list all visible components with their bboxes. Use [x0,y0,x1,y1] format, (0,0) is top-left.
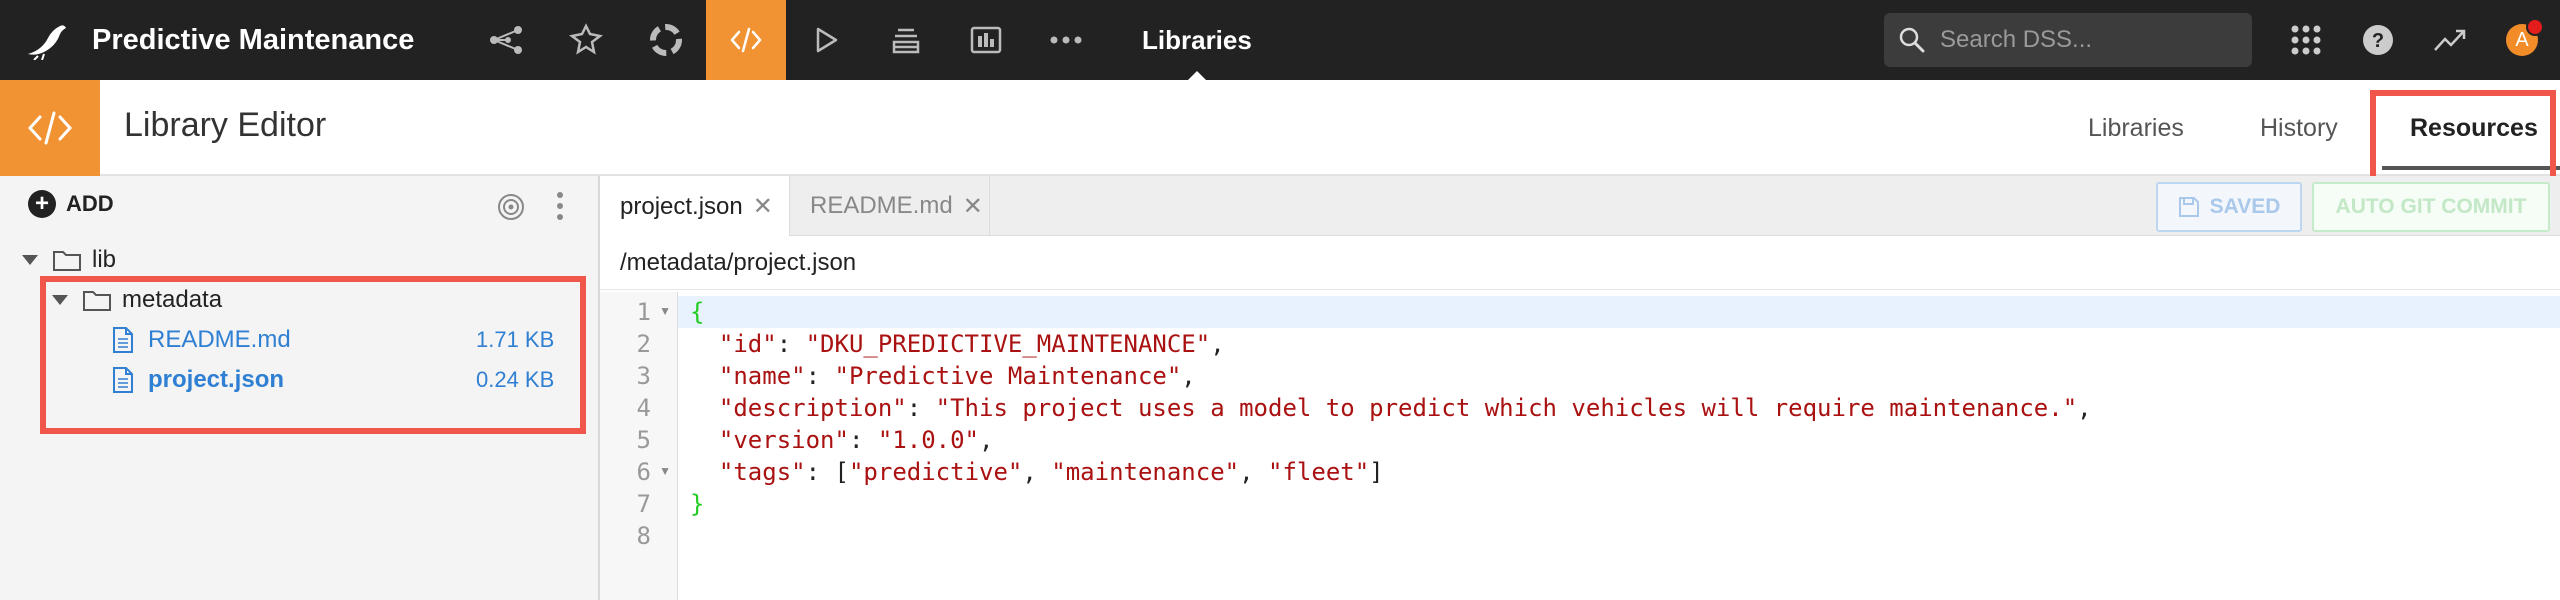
save-icon [2178,197,2199,217]
kebab-menu-icon[interactable] [554,190,566,222]
user-menu[interactable]: A [2486,0,2558,80]
line-gutter: 1 ▼ 2 3 4 5 6 ▼ 7 8 [600,292,678,600]
code-token: { [690,298,705,326]
add-button-label: ADD [66,191,114,216]
more-icon[interactable] [1026,0,1106,80]
section-label-text: Libraries [1142,24,1252,55]
json-value: "maintenance" [1051,458,1240,486]
close-icon[interactable]: ✕ [963,192,983,221]
resources-highlight-box [2370,90,2556,186]
line-number: 8 [636,522,651,550]
lab-icon[interactable] [546,0,626,80]
json-value: "Predictive Maintenance" [834,362,1182,390]
code-line: "description": "This project uses a mode… [718,394,2092,422]
dataiku-logo-icon[interactable] [0,0,92,80]
code-editor[interactable]: 1 ▼ 2 3 4 5 6 ▼ 7 8 { "id": "DKU_PREDICT… [600,292,2560,600]
section-caret [1187,71,1206,80]
expand-caret-icon[interactable] [22,255,38,265]
search-input[interactable] [1940,26,2240,54]
json-key: "name" [718,362,806,390]
json-key: "tags" [718,458,806,486]
help-icon[interactable]: ? [2342,0,2414,80]
folder-label: lib [92,246,117,273]
apps-grid-icon[interactable] [2270,0,2342,80]
json-value: "predictive" [848,458,1023,486]
editor-tab-project-json[interactable]: project.json ✕ [600,176,790,237]
json-key: "version" [718,426,849,454]
file-path: /metadata/project.json [600,236,2560,290]
line-number: 2 [636,330,651,358]
json-value: "This project uses a model to predict wh… [935,394,2078,422]
close-icon[interactable]: ✕ [753,192,773,221]
code-line: } [690,490,704,518]
tab-libraries[interactable]: Libraries [2088,80,2184,176]
code-line: "name": "Predictive Maintenance", [718,362,1196,390]
fold-arrow-icon[interactable]: ▼ [659,304,671,318]
add-button[interactable]: + ADD [28,190,114,218]
datasets-icon[interactable] [866,0,946,80]
saved-button[interactable]: SAVED [2156,182,2302,232]
search-icon [1899,27,1925,53]
page-title: Library Editor [124,106,327,144]
json-value: "1.0.0" [877,426,980,454]
json-key: "description" [718,394,907,422]
avatar[interactable]: A [2506,18,2544,56]
json-value: "DKU_PREDICTIVE_MAINTENANCE" [805,330,1211,358]
project-title[interactable]: Predictive Maintenance [92,24,466,57]
auto-git-commit-button[interactable]: AUTO GIT COMMIT [2312,182,2550,232]
line-number: 4 [636,394,651,422]
tree-folder-lib[interactable]: lib [22,242,116,278]
line-number: 1 [636,298,651,326]
line-number: 6 [636,458,651,486]
line-number: 7 [636,490,651,518]
search-box[interactable] [1884,13,2252,67]
top-navbar: Predictive Maintenance Libraries Search … [0,0,2560,80]
code-line: "id": "DKU_PREDICTIVE_MAINTENANCE", [718,330,1225,358]
code-line: "version": "1.0.0", [718,426,994,454]
active-line-highlight [678,296,2560,328]
run-icon[interactable] [786,0,866,80]
folder-icon [53,251,81,271]
current-section-label[interactable]: Libraries [1142,0,1252,80]
tab-history[interactable]: History [2260,80,2338,176]
notification-dot [2526,18,2544,36]
code-icon [0,80,100,176]
line-number: 5 [636,426,651,454]
json-value: "fleet" [1268,458,1370,486]
code-line: { [690,298,704,326]
line-number: 3 [636,362,651,390]
metadata-highlight-box [40,276,586,434]
tab-label: README.md [810,192,953,219]
code-token: } [690,490,705,518]
code-line: "tags": ["predictive", "maintenance", "f… [718,458,1384,486]
svg-text:?: ? [2372,30,2384,52]
tree-toolbar: + ADD [0,176,600,236]
activity-trend-icon[interactable] [2414,0,2486,80]
dashboard-icon[interactable] [946,0,1026,80]
editor-tab-readme[interactable]: README.md ✕ [790,176,990,236]
json-key: "id" [718,330,777,358]
flow-icon[interactable] [466,0,546,80]
plus-icon: + [28,190,56,218]
code-icon[interactable] [706,0,786,80]
commit-label: AUTO GIT COMMIT [2335,195,2527,218]
target-icon[interactable] [496,192,526,222]
fold-arrow-icon[interactable]: ▼ [659,464,671,478]
library-editor-header: Library Editor Libraries History Resourc… [0,80,2560,176]
tab-label: project.json [620,192,743,220]
recipes-icon[interactable] [626,0,706,80]
saved-label: SAVED [2209,195,2281,218]
